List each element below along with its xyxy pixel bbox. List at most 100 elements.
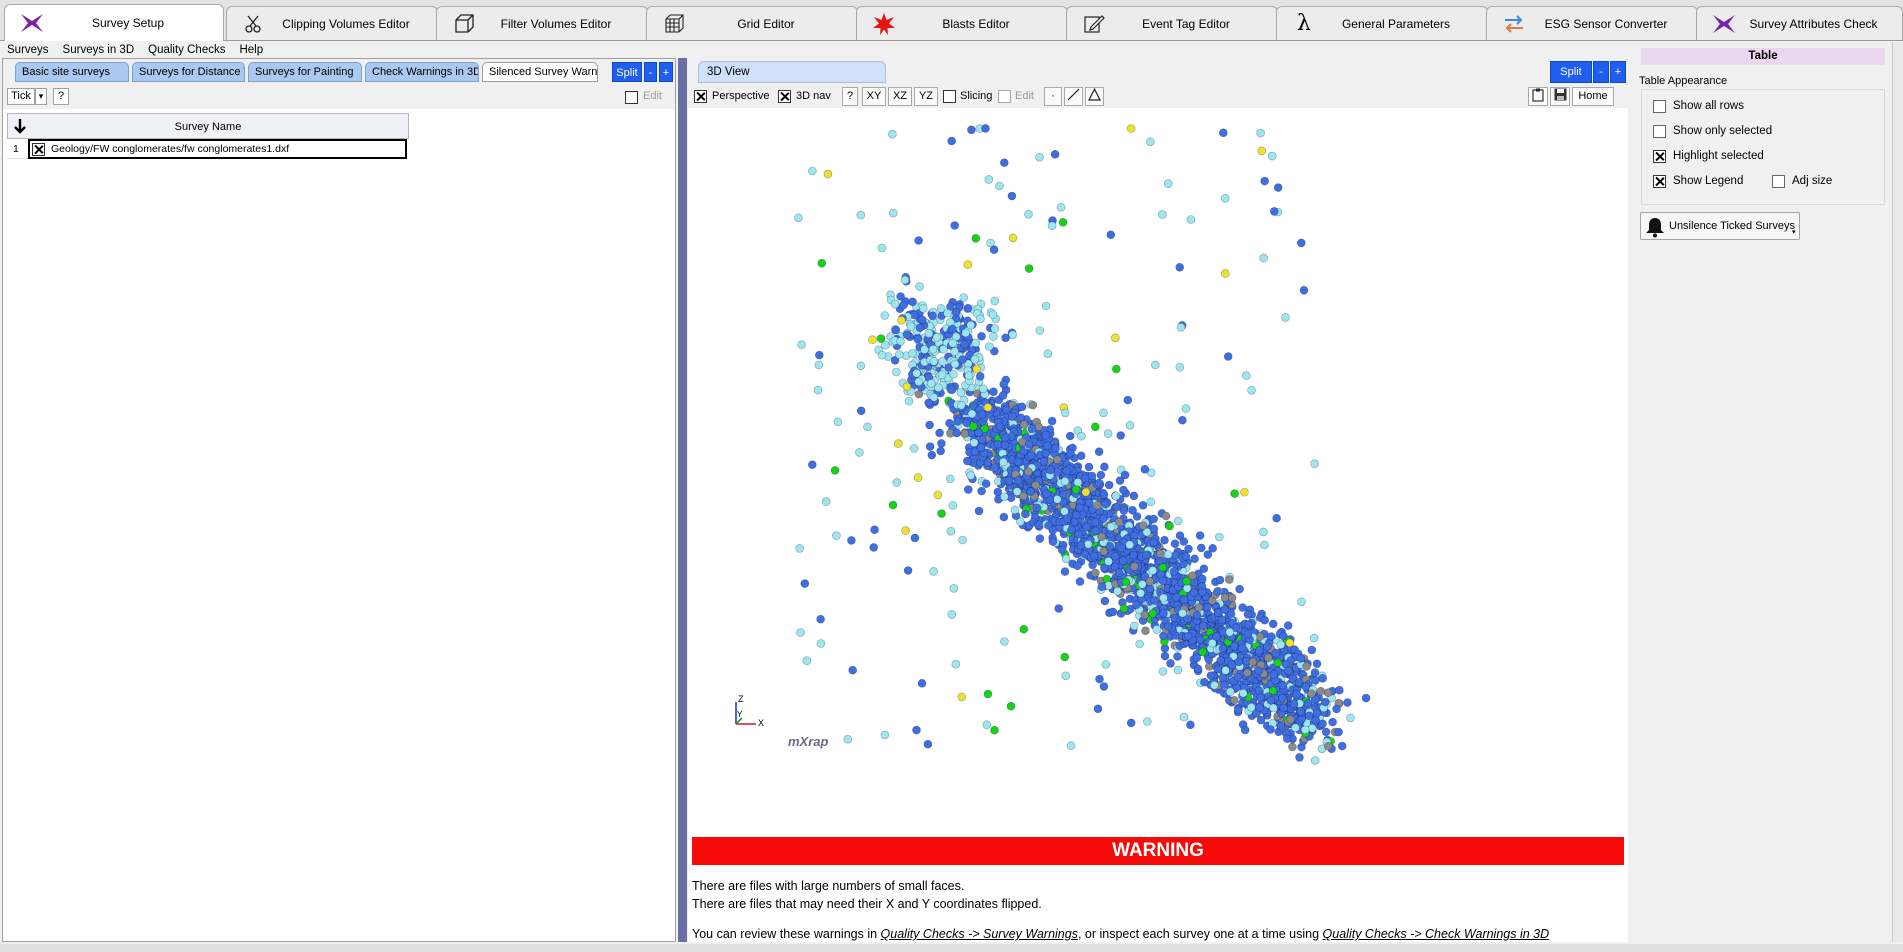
edit-label: Edit (643, 90, 662, 102)
menu-help[interactable]: Help (232, 44, 270, 56)
mxrap-logo-icon (19, 10, 45, 36)
tab-surveys-for-painting[interactable]: Surveys for Painting (248, 62, 362, 82)
menu-quality-checks[interactable]: Quality Checks (141, 44, 232, 56)
show-all-rows-checkbox[interactable] (1653, 100, 1666, 113)
survey-warnings-link[interactable]: Quality Checks -> Survey Warnings (881, 927, 1078, 941)
column-header-label: Survey Name (174, 121, 242, 133)
split-button[interactable]: Split (612, 62, 642, 82)
view-toolbar: Perspective 3D nav ? XY XZ YZ Slicing Ed… (688, 84, 1628, 108)
warning-line-1: There are files with large numbers of sm… (692, 879, 965, 893)
tab-clipping-volumes-editor[interactable]: Clipping Volumes Editor (226, 6, 438, 40)
add-tab-button[interactable]: + (659, 62, 673, 82)
row-tick-checkbox[interactable] (32, 143, 45, 156)
axis-x-label: X (758, 718, 765, 728)
nav3d-label: 3D nav (796, 90, 831, 102)
nav3d-checkbox[interactable] (778, 90, 791, 103)
split-button[interactable]: Split (1550, 61, 1592, 83)
home-button[interactable]: Home (1572, 87, 1614, 106)
view-panel: 3D View Split - + Perspective 3D nav ? X… (688, 58, 1628, 942)
point-cloud[interactable] (688, 108, 1628, 832)
tab-label: Clipping Volumes Editor (282, 16, 410, 31)
tab-silenced-survey-warnings[interactable]: Silenced Survey Warn (482, 62, 598, 82)
unsilence-ticked-surveys-button[interactable]: Unsilence Ticked Surveys ▾ (1640, 212, 1800, 240)
axis-y-label: Y (737, 710, 743, 719)
adj-size-label: Adj size (1792, 175, 1833, 187)
adj-size-checkbox[interactable] (1772, 175, 1785, 188)
show-only-selected-label: Show only selected (1673, 125, 1773, 137)
scene-3d-viewport[interactable]: Z Y X mXrap (688, 108, 1628, 832)
view-xz-button[interactable]: XZ (888, 87, 912, 106)
tab-event-tag-editor[interactable]: Event Tag Editor (1066, 6, 1278, 40)
polygon-tool-icon[interactable] (1085, 87, 1104, 106)
show-legend-checkbox[interactable] (1653, 175, 1666, 188)
view-yz-button[interactable]: YZ (914, 87, 938, 106)
edit-checkbox[interactable] (625, 91, 638, 104)
pencil-icon (1081, 11, 1107, 37)
point-tool-icon[interactable]: · (1044, 87, 1062, 106)
highlight-selected-label: Highlight selected (1673, 150, 1764, 162)
unsilence-label: Unsilence Ticked Surveys (1669, 220, 1795, 232)
status-strip (0, 944, 1903, 952)
survey-table: Survey Name 1 Geology/FW conglomerates/f… (3, 109, 675, 941)
add-view-button[interactable]: + (1610, 61, 1626, 83)
warning-line-2: There are files that may need their X an… (692, 897, 1042, 911)
tab-3d-view[interactable]: 3D View (698, 61, 886, 83)
tab-label: Survey Setup (91, 16, 165, 30)
view-edit-label: Edit (1015, 90, 1034, 102)
warning-text: , or inspect each survey one at a time u… (1077, 927, 1323, 941)
remove-view-button[interactable]: - (1593, 61, 1609, 83)
tab-label: Filter Volumes Editor (500, 16, 612, 31)
tab-label: General Parameters (1341, 16, 1451, 31)
row-index: 1 (7, 139, 28, 159)
tab-survey-setup[interactable]: Survey Setup (4, 4, 224, 41)
tab-general-parameters[interactable]: λ General Parameters (1276, 6, 1488, 40)
line-tool-icon[interactable] (1064, 87, 1083, 106)
app-tab-bar: Survey Setup Clipping Volumes Editor Fil… (0, 0, 1903, 41)
show-only-selected-checkbox[interactable] (1653, 125, 1666, 138)
view-edit-checkbox[interactable] (998, 90, 1011, 103)
grid-cube-icon (661, 11, 687, 37)
save-icon[interactable] (1550, 87, 1570, 106)
mxrap-watermark: mXrap (788, 734, 829, 749)
clipboard-icon[interactable] (1528, 87, 1548, 106)
tab-label: ESG Sensor Converter (1544, 16, 1668, 31)
highlight-selected-checkbox[interactable] (1653, 150, 1666, 163)
check-warnings-link[interactable]: Quality Checks -> Check Warnings in 3D (1323, 927, 1550, 941)
perspective-checkbox[interactable] (694, 90, 707, 103)
tab-label: Event Tag Editor (1142, 16, 1230, 31)
tab-survey-attributes-check[interactable]: Survey Attributes Check (1696, 6, 1903, 40)
menu-surveys[interactable]: Surveys (0, 44, 56, 56)
tab-check-warnings-in-3d[interactable]: Check Warnings in 3D (365, 62, 479, 82)
tab-basic-site-surveys[interactable]: Basic site surveys (15, 62, 129, 82)
slicing-label: Slicing (960, 90, 993, 102)
tab-filter-volumes-editor[interactable]: Filter Volumes Editor (436, 6, 648, 40)
survey-list-panel: Basic site surveys Surveys for Distance … (2, 58, 676, 942)
side-dock-strip[interactable] (1892, 42, 1903, 942)
tab-esg-sensor-converter[interactable]: ESG Sensor Converter (1486, 6, 1698, 40)
warning-line-3: You can review these warnings in Quality… (692, 927, 1549, 941)
warning-text: You can review these warnings in (692, 927, 881, 941)
remove-tab-button[interactable]: - (644, 62, 657, 82)
menu-bar: Surveys Surveys in 3D Quality Checks Hel… (0, 40, 680, 59)
chevron-down-icon: ▾ (1792, 229, 1796, 236)
slicing-checkbox[interactable] (943, 90, 956, 103)
tick-button[interactable]: Tick (7, 88, 35, 105)
menu-surveys-in-3d[interactable]: Surveys in 3D (56, 44, 142, 56)
scissors-icon (241, 11, 267, 37)
swap-arrows-icon (1501, 11, 1527, 37)
tab-grid-editor[interactable]: Grid Editor (646, 6, 858, 40)
show-all-rows-label: Show all rows (1673, 100, 1744, 112)
perspective-label: Perspective (712, 90, 770, 102)
table-row[interactable]: Geology/FW conglomerates/fw conglomerate… (28, 139, 407, 159)
mxrap-logo-icon (1711, 11, 1737, 37)
tab-surveys-for-distance[interactable]: Surveys for Distance T (132, 62, 245, 82)
view-xy-button[interactable]: XY (862, 87, 886, 106)
tab-blasts-editor[interactable]: Blasts Editor (856, 6, 1068, 40)
help-button[interactable]: ? (53, 88, 69, 105)
tick-dropdown-button[interactable]: ▾ (35, 88, 47, 105)
axis-z-label: Z (738, 694, 744, 704)
panel-splitter[interactable] (678, 58, 687, 942)
column-header-survey-name[interactable]: Survey Name (7, 113, 409, 139)
blast-star-icon (871, 11, 897, 37)
view-help-button[interactable]: ? (842, 87, 858, 106)
